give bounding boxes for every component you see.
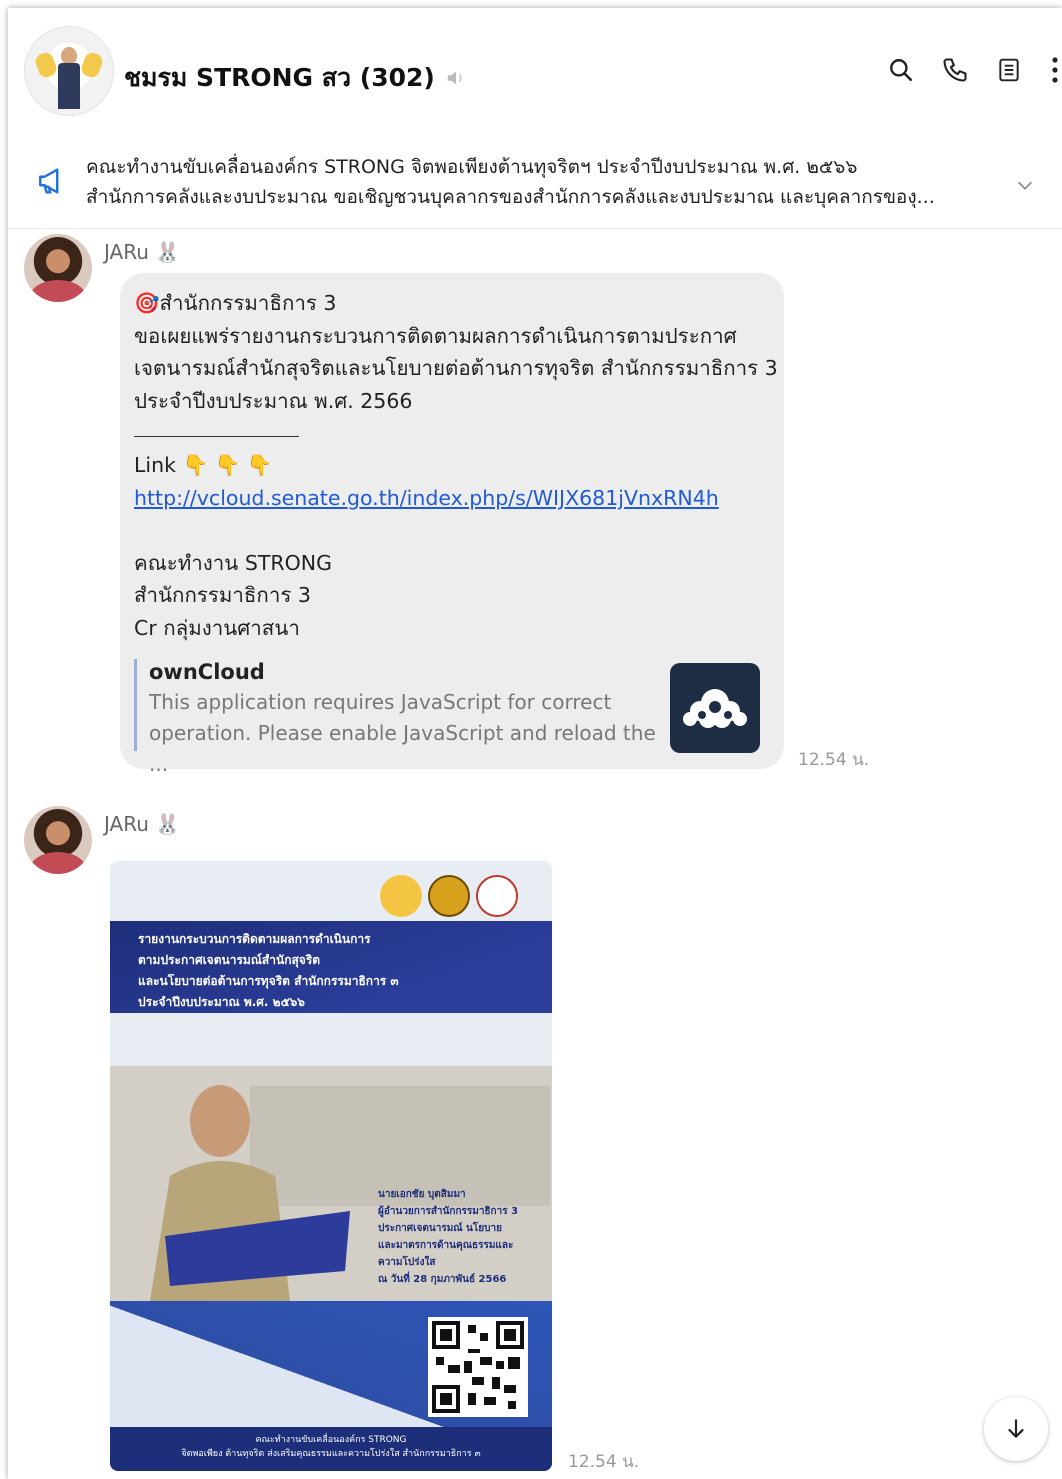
mute-icon: [445, 67, 467, 89]
header-actions: [886, 52, 1062, 88]
sender-name: JARu 🐰: [104, 240, 181, 264]
chevron-down-icon[interactable]: [1014, 174, 1036, 200]
pointing-down-icon: 👇 👇 👇: [182, 453, 273, 477]
scroll-to-bottom-button[interactable]: [984, 1397, 1048, 1461]
image-message[interactable]: รายงานกระบวนการติดตามผลการดำเนินการ ตามป…: [110, 861, 552, 1471]
poster-title-band: รายงานกระบวนการติดตามผลการดำเนินการ ตามป…: [110, 921, 552, 1013]
poster-footer: คณะทำงานขับเคลื่อนองค์กร STRONG จิตพอเพี…: [110, 1427, 552, 1471]
target-icon: 🎯: [134, 291, 160, 315]
group-title-text: ชมรม STRONG สว (302): [124, 63, 435, 92]
group-title[interactable]: ชมรม STRONG สว (302): [124, 58, 467, 98]
announcement-line-1: คณะทำงานขับเคลื่อนองค์กร STRONG จิตพอเพี…: [86, 156, 858, 178]
poster-logos: [380, 875, 518, 917]
more-icon[interactable]: [1048, 52, 1062, 88]
message-bubble[interactable]: 🎯สำนักกรรมาธิการ 3 ขอเผยแพร่รายงานกระบวน…: [120, 273, 784, 776]
group-avatar[interactable]: [24, 26, 114, 116]
megaphone-icon: [36, 164, 70, 202]
chat-header: ชมรม STRONG สว (302): [8, 8, 1062, 138]
committee-3-logo-icon: [476, 875, 518, 917]
chat-window: ชมรม STRONG สว (302) คณะทำงานขับเคลื่อนอ…: [8, 8, 1062, 1479]
seal-logo-icon: [428, 875, 470, 917]
message-time: 12.54 น.: [568, 1452, 640, 1472]
sender-avatar[interactable]: [24, 234, 92, 302]
qr-code-icon: [428, 1317, 528, 1417]
announcement-text: คณะทำงานขับเคลื่อนองค์กร STRONG จิตพอเพี…: [86, 152, 986, 212]
phone-icon[interactable]: [940, 52, 970, 88]
announcement-line-2: สำนักการคลังและงบประมาณ ขอเชิญชวนบุคลากร…: [86, 186, 935, 208]
sender-name: JARu 🐰: [104, 812, 181, 836]
poster-caption: นายเอกชัย บุตสิมมา ผู้อำนวยการสำนักกรรมา…: [378, 1189, 519, 1285]
owncloud-logo-icon: [670, 663, 760, 753]
notes-icon[interactable]: [994, 52, 1024, 88]
announcement-bar[interactable]: คณะทำงานขับเคลื่อนองค์กร STRONG จิตพอเพี…: [8, 140, 1062, 229]
shared-link[interactable]: http://vcloud.senate.go.th/index.php/s/W…: [134, 486, 719, 510]
message-time: 12.54 น.: [798, 750, 870, 770]
sender-avatar[interactable]: [24, 806, 92, 874]
divider: [134, 436, 299, 437]
c3-logo-icon: [380, 875, 422, 917]
search-icon[interactable]: [886, 52, 916, 88]
arrow-down-icon: [1008, 1419, 1024, 1438]
message-text: 🎯สำนักกรรมาธิการ 3 ขอเผยแพร่รายงานกระบวน…: [134, 291, 778, 640]
